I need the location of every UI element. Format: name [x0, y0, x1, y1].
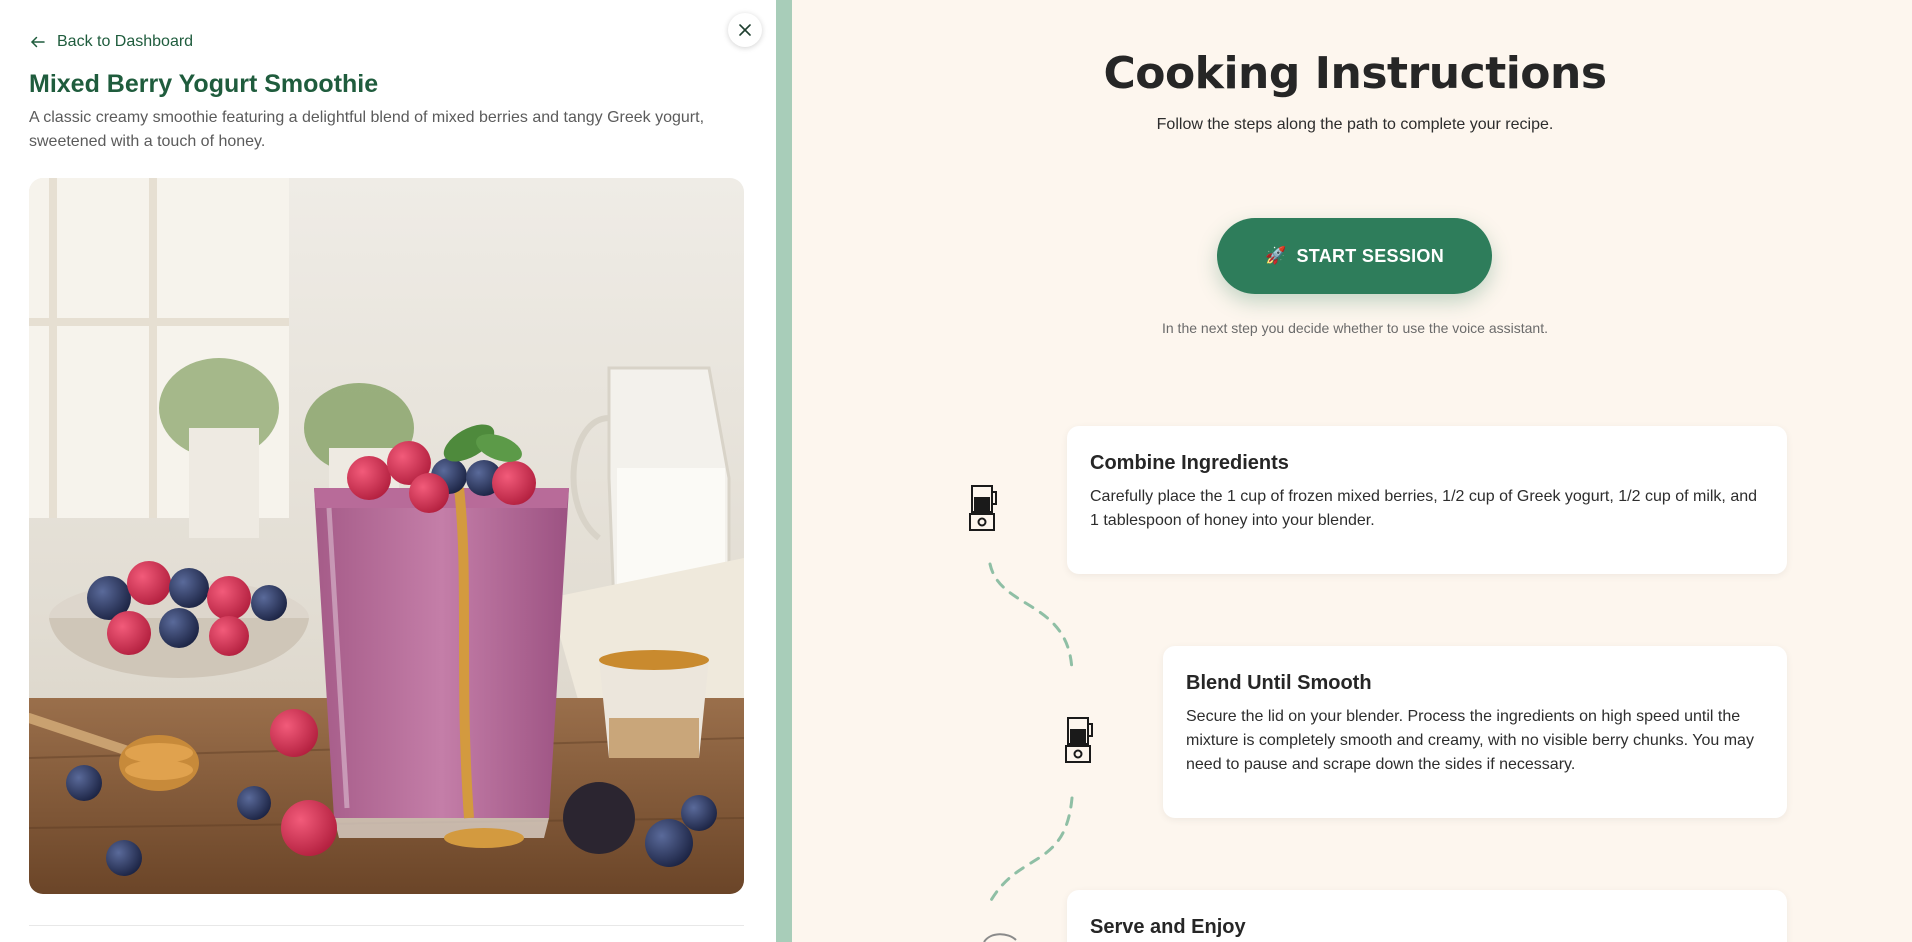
step-card-serve[interactable]: Serve and Enjoy	[1067, 890, 1787, 942]
recipe-photo	[29, 178, 744, 894]
start-session-label: START SESSION	[1296, 245, 1445, 266]
recipe-title: Mixed Berry Yogurt Smoothie	[29, 70, 379, 98]
step-card-blend[interactable]: Blend Until Smooth Secure the lid on you…	[1163, 646, 1787, 818]
back-to-dashboard-link[interactable]: Back to Dashboard	[29, 30, 193, 54]
instructions-title: Cooking Instructions	[1103, 48, 1607, 99]
rocket-icon: 🚀	[1264, 246, 1287, 265]
step-card-combine[interactable]: Combine Ingredients Carefully place the …	[1067, 426, 1787, 574]
glass-icon	[983, 933, 1017, 942]
step-text: Secure the lid on your blender. Process …	[1186, 708, 1754, 773]
blender-icon	[969, 485, 997, 531]
recipe-description: A classic creamy smoothie featuring a de…	[29, 109, 705, 150]
back-link-label: Back to Dashboard	[57, 33, 194, 50]
step-title: Combine Ingredients	[1090, 452, 1289, 474]
arrow-left-icon	[31, 36, 45, 48]
left-divider	[29, 925, 744, 926]
step-title: Blend Until Smooth	[1186, 672, 1372, 694]
start-session-button[interactable]: 🚀 START SESSION	[1217, 218, 1492, 294]
step-text: Carefully place the 1 cup of frozen mixe…	[1090, 488, 1758, 529]
blender-icon	[1065, 717, 1093, 763]
close-button[interactable]	[728, 13, 762, 47]
close-icon	[739, 24, 751, 36]
recipe-detail-panel: Back to Dashboard Mixed Berry Yogurt Smo…	[0, 0, 776, 942]
voice-assistant-note: In the next step you decide whether to u…	[1161, 320, 1548, 336]
panel-separator[interactable]	[776, 0, 792, 942]
instructions-subtitle: Follow the steps along the path to compl…	[1156, 116, 1554, 133]
step-title: Serve and Enjoy	[1090, 916, 1246, 938]
